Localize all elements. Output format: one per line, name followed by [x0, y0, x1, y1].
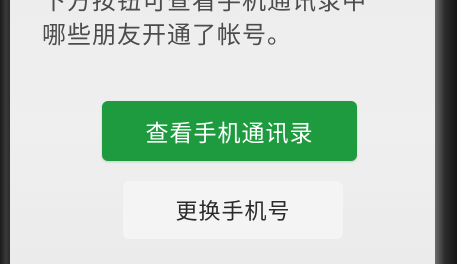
- description-line-2: 哪些朋友开通了帐号。: [42, 21, 292, 49]
- phone-bezel-left: [0, 0, 10, 264]
- view-contacts-button[interactable]: 查看手机通讯录: [102, 101, 357, 161]
- contacts-description: 下方按钮可查看手机通讯录中 哪些朋友开通了帐号。: [42, 0, 367, 52]
- phone-screen: 下方按钮可查看手机通讯录中 哪些朋友开通了帐号。 查看手机通讯录 更换手机号: [10, 0, 435, 264]
- description-line-1: 下方按钮可查看手机通讯录中: [42, 0, 367, 15]
- change-phone-number-button[interactable]: 更换手机号: [123, 181, 343, 239]
- phone-bezel-right: [435, 0, 457, 264]
